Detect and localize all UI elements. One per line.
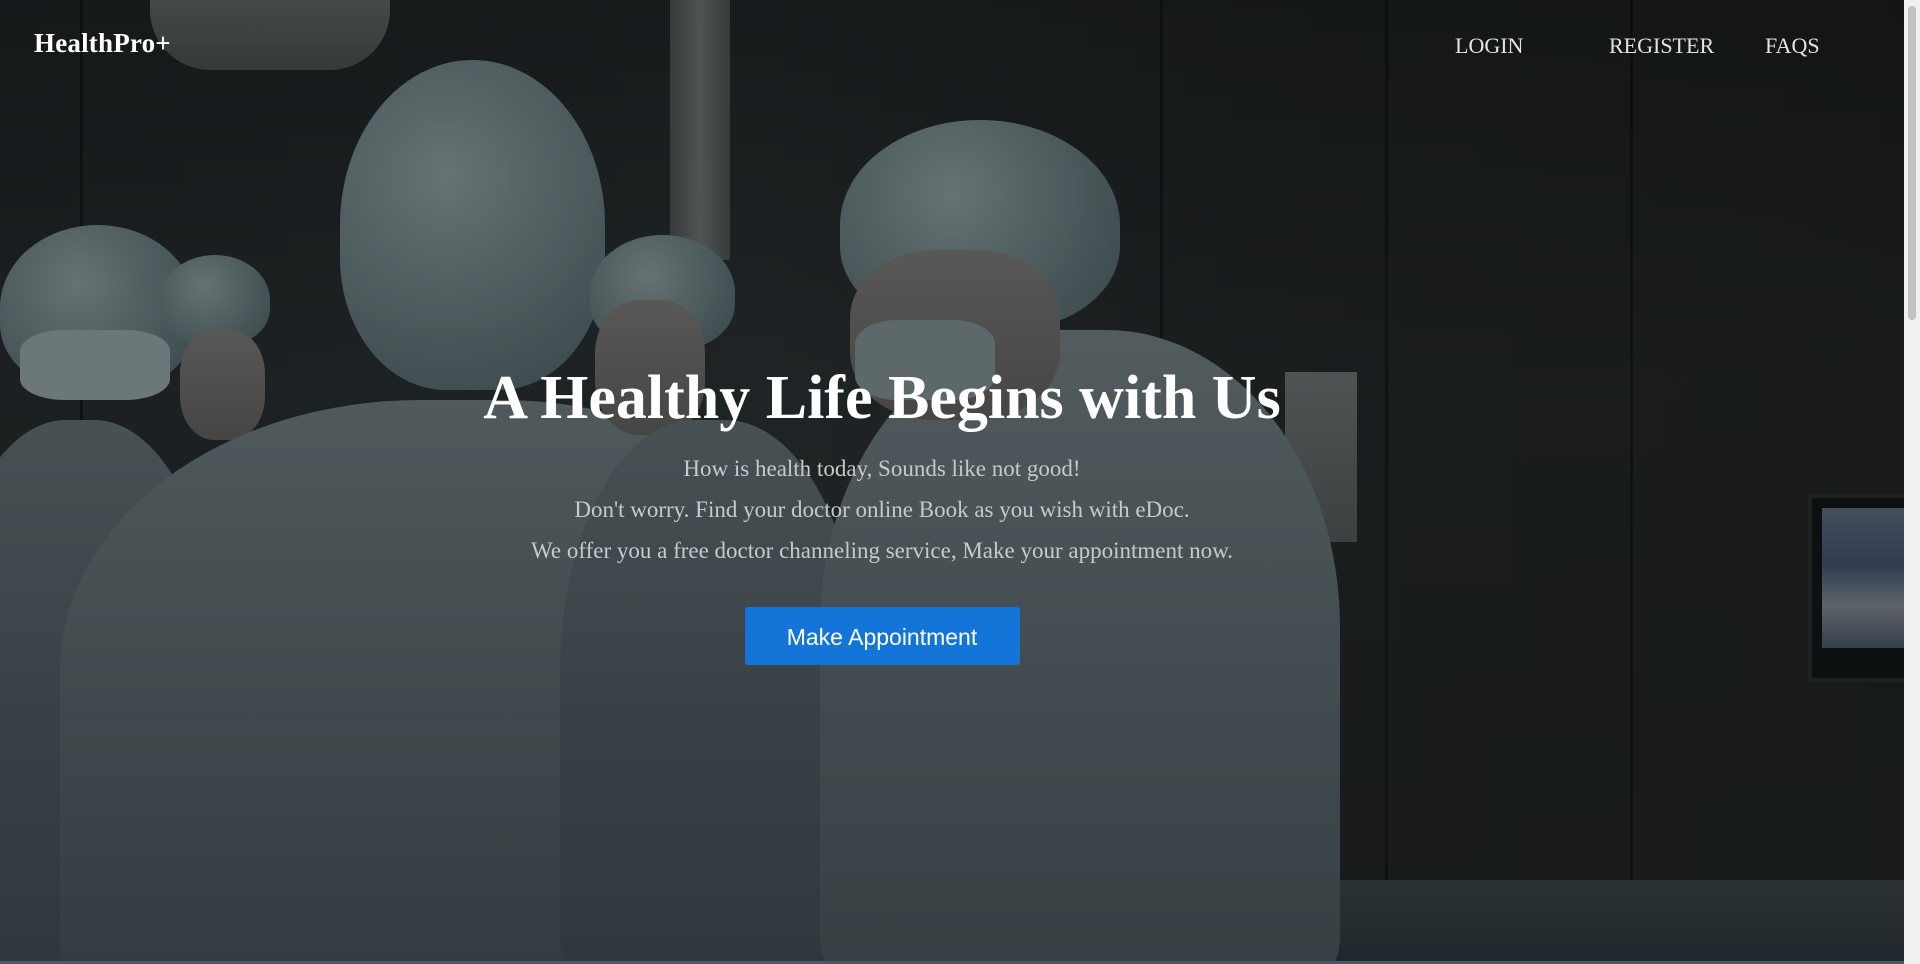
nav-register-link[interactable]: REGISTER: [1609, 33, 1714, 59]
vertical-scrollbar[interactable]: [1904, 0, 1920, 964]
site-header: HealthPro+ LOGIN REGISTER FAQS: [0, 0, 1920, 90]
hero-subtitle-line: How is health today, Sounds like not goo…: [683, 456, 1081, 481]
hero-subtitle-line: Don't worry. Find your doctor online Boo…: [574, 497, 1190, 522]
hero-subtitle: How is health today, Sounds like not goo…: [0, 448, 1764, 571]
brand-logo-link[interactable]: HealthPro+: [34, 28, 171, 59]
landing-page: HealthPro+ LOGIN REGISTER FAQS A Healthy…: [0, 0, 1920, 964]
hero-subtitle-line: We offer you a free doctor channeling se…: [531, 538, 1233, 563]
hero-content: A Healthy Life Begins with Us How is hea…: [0, 360, 1764, 665]
scrollbar-thumb[interactable]: [1908, 6, 1916, 320]
nav-faqs-link[interactable]: FAQS: [1765, 33, 1820, 59]
hero-title: A Healthy Life Begins with Us: [483, 364, 1281, 432]
make-appointment-button[interactable]: Make Appointment: [744, 607, 1020, 665]
nav-login-link[interactable]: LOGIN: [1455, 33, 1523, 59]
